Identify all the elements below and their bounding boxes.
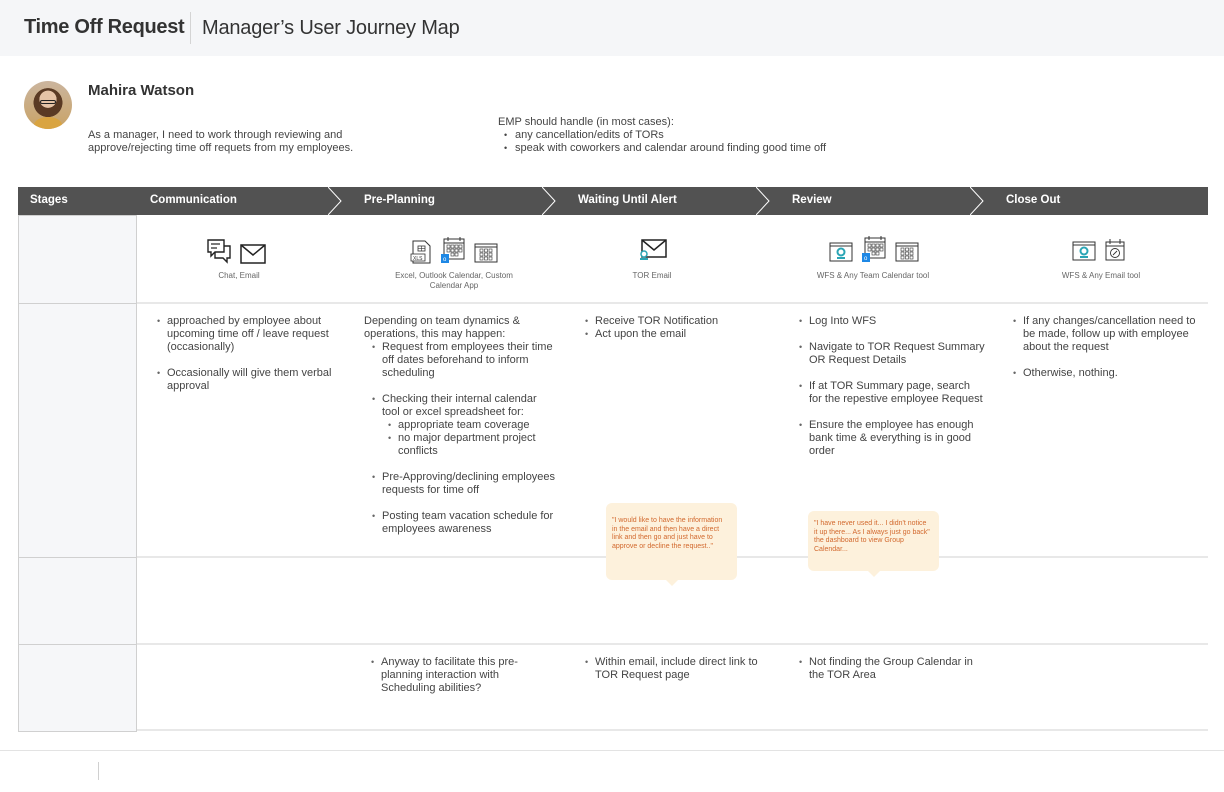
email-icon: [240, 244, 266, 264]
tools-label-waiting: TOR Email: [632, 271, 672, 280]
quote-waiting: "I would like to have the information in…: [606, 503, 737, 586]
quote-review: "I have never used it... I didn't notice…: [808, 511, 939, 577]
stage-chevron: [328, 187, 342, 215]
tor-email-icon: [640, 239, 667, 260]
opportunity-item: Not finding the Group Calendar in the TO…: [799, 656, 989, 682]
footer-separator: [98, 762, 99, 780]
stages-header: Stages: [30, 194, 68, 206]
stage-pre-planning: Pre-Planning: [364, 194, 435, 206]
action-item: Pre-Approving/declining employees reques…: [372, 471, 556, 497]
avatar: [24, 81, 72, 129]
tools-label-review: WFS & Any Team Calendar tool: [816, 271, 930, 280]
actions-pre-planning: Depending on team dynamics & operations,…: [364, 315, 556, 549]
row-divider: [137, 643, 1208, 645]
action-item: Navigate to TOR Request Summary OR Reque…: [799, 341, 985, 367]
row-header-opportunities: [18, 644, 137, 732]
notes-list: any cancellation/edits of TORs speak wit…: [498, 129, 828, 155]
outlook-calendar-icon: o: [441, 237, 465, 263]
stage-chevron: [756, 187, 770, 215]
row-divider: [137, 302, 1208, 304]
avatar-body: [34, 117, 62, 129]
actions-review: Log Into WFS Navigate to TOR Request Sum…: [799, 315, 985, 471]
action-item: Checking their internal calendar tool or…: [372, 393, 556, 458]
stage-chevron: [542, 187, 556, 215]
row-header-emotions: [18, 557, 137, 645]
actions-intro: Depending on team dynamics & operations,…: [364, 315, 520, 340]
opportunity-item: Within email, include direct link to TOR…: [585, 656, 775, 682]
custom-calendar-app-icon: [895, 242, 919, 262]
tools-waiting: [638, 238, 668, 262]
action-item: Log Into WFS: [799, 315, 985, 328]
opportunity-item: Anyway to facilitate this pre-planning i…: [371, 656, 551, 695]
stage-chevron: [970, 187, 984, 215]
actions-communication: approached by employee about upcoming ti…: [157, 315, 347, 406]
actions-waiting: Receive TOR Notification Act upon the em…: [585, 315, 775, 341]
chat-icon: [207, 239, 231, 264]
stage-close-out: Close Out: [1006, 194, 1061, 206]
tools-close-out: [1072, 238, 1126, 262]
notes-item: any cancellation/edits of TORs: [504, 129, 828, 142]
opportunities-review: Not finding the Group Calendar in the TO…: [799, 656, 989, 695]
row-divider: [137, 729, 1208, 731]
action-item: Ensure the employee has enough bank time…: [799, 419, 985, 458]
wfs-app-icon: [1072, 241, 1096, 261]
action-item: Act upon the email: [585, 328, 775, 341]
notes-heading: EMP should handle (in most cases):: [498, 116, 674, 128]
page-subtitle: Manager’s User Journey Map: [202, 17, 460, 39]
outlook-calendar-icon: o: [862, 236, 886, 262]
opportunities-waiting: Within email, include direct link to TOR…: [585, 656, 775, 695]
excel-file-icon: XLS: [410, 240, 431, 264]
stage-review: Review: [792, 194, 832, 206]
header-bar: Time Off Request Manager’s User Journey …: [0, 0, 1224, 56]
persona-name: Mahira Watson: [88, 82, 195, 99]
action-item: approached by employee about upcoming ti…: [157, 315, 347, 354]
emp-notes: EMP should handle (in most cases): any c…: [498, 116, 828, 155]
wfs-app-icon: [829, 242, 853, 262]
tools-review: o: [829, 235, 919, 263]
action-item-text: Checking their internal calendar tool or…: [382, 393, 537, 418]
tools-label-pre-planning: Excel, Outlook Calendar, Custom Calendar…: [395, 271, 513, 290]
sub-action-item: appropriate team coverage: [388, 419, 556, 432]
avatar-glasses: [40, 100, 56, 104]
sub-action-item: no major department project conflicts: [388, 432, 556, 458]
notes-item: speak with coworkers and calendar around…: [504, 142, 828, 155]
tools-label-close-out: WFS & Any Email tool: [1061, 271, 1141, 280]
tools-communication: [206, 238, 266, 264]
action-item: Occasionally will give them verbal appro…: [157, 367, 347, 393]
action-item: Receive TOR Notification: [585, 315, 775, 328]
row-header-tools: [18, 215, 137, 304]
stage-communication: Communication: [150, 194, 237, 206]
action-item: If any changes/cancellation need to be m…: [1013, 315, 1203, 354]
footer-divider: [0, 750, 1224, 751]
action-item: Otherwise, nothing.: [1013, 367, 1203, 380]
persona-description: As a manager, I need to work through rev…: [88, 129, 354, 154]
title-divider: [190, 12, 191, 44]
tools-label-communication: Chat, Email: [218, 271, 260, 280]
custom-calendar-app-icon: [474, 243, 498, 263]
stage-waiting-until-alert: Waiting Until Alert: [578, 194, 677, 206]
calendar-clock-icon: [1105, 239, 1125, 261]
action-item: If at TOR Summary page, search for the r…: [799, 380, 985, 406]
svg-text:XLS: XLS: [413, 256, 423, 262]
actions-close-out: If any changes/cancellation need to be m…: [1013, 315, 1203, 393]
stages-bar: Stages Communication Pre-Planning Waitin…: [18, 187, 1208, 215]
tools-pre-planning: XLS o: [410, 236, 498, 264]
row-header-actions: [18, 303, 137, 558]
opportunities-pre-planning: Anyway to facilitate this pre-planning i…: [371, 656, 551, 708]
page-title: Time Off Request: [24, 16, 185, 38]
action-item: Request from employees their time off da…: [372, 341, 556, 380]
action-item: Posting team vacation schedule for emplo…: [372, 510, 556, 536]
